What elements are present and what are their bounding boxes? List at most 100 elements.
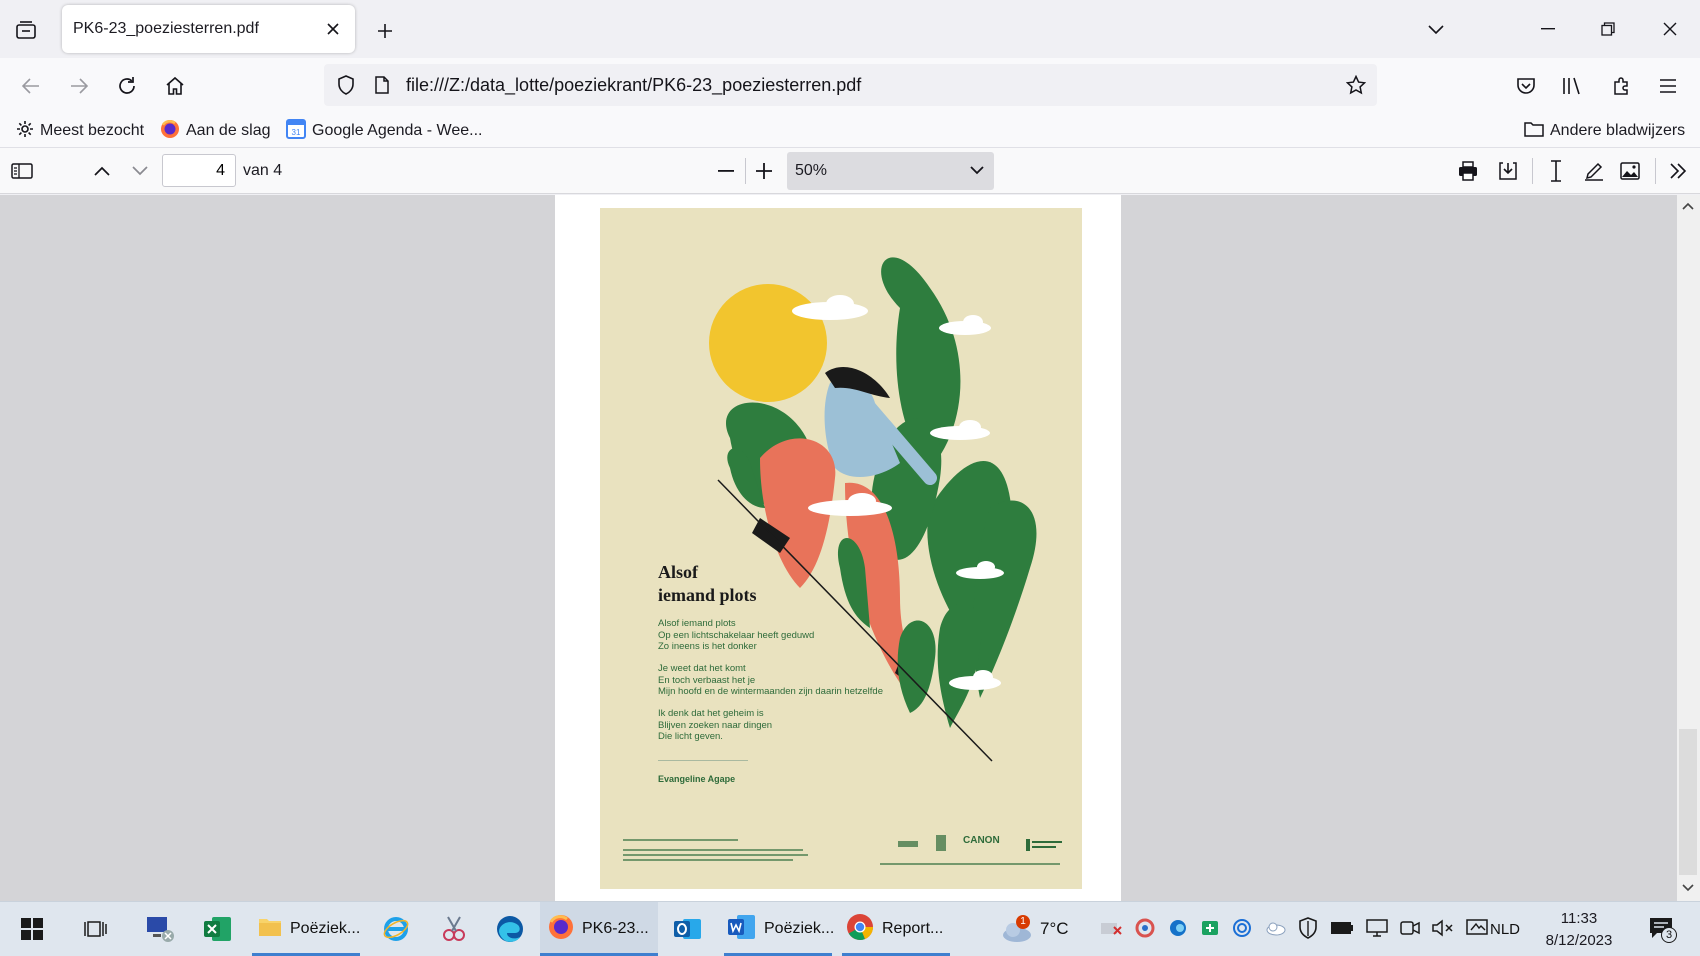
bookmark-google-calendar[interactable]: 31 Google Agenda - Wee... (286, 118, 482, 144)
cloud-sync-icon[interactable] (1264, 920, 1286, 941)
taskbar-explorer[interactable]: Poëziek... (252, 902, 360, 956)
bookmark-getting-started[interactable]: Aan de slag (160, 118, 271, 144)
snipping-tool-icon[interactable] (434, 902, 474, 956)
navigation-bar: file:///Z:/data_lotte/poeziekrant/PK6-23… (0, 58, 1700, 114)
zoom-out-icon[interactable] (710, 155, 742, 187)
volume-muted-icon[interactable] (1432, 918, 1454, 942)
windows-start-icon[interactable] (14, 902, 50, 956)
home-icon[interactable] (158, 70, 192, 102)
taskbar-word[interactable]: Poëziek... (724, 902, 835, 956)
shield-icon[interactable] (1298, 916, 1318, 944)
firefox-icon (548, 914, 574, 945)
poem-author: Evangeline Agape (658, 774, 736, 784)
battery-icon[interactable] (1330, 921, 1354, 940)
display-icon[interactable] (1466, 918, 1488, 942)
divider (1655, 158, 1656, 184)
edge-tray-icon[interactable] (1168, 918, 1188, 943)
outlook-icon[interactable] (668, 902, 708, 956)
bookmark-other-folder[interactable]: Andere bladwijzers (1524, 118, 1685, 144)
reload-icon[interactable] (110, 70, 144, 102)
internet-explorer-icon[interactable] (376, 902, 416, 956)
network-app-icon[interactable] (140, 902, 180, 956)
bookmark-label: Andere bladwijzers (1550, 122, 1686, 139)
minimize-icon[interactable] (1530, 14, 1566, 44)
divider (1532, 158, 1533, 184)
add-image-icon[interactable] (1614, 155, 1646, 187)
hamburger-menu-icon[interactable] (1652, 70, 1684, 102)
notification-center[interactable]: 3 (1640, 902, 1686, 956)
mail-error-icon[interactable] (1100, 919, 1122, 942)
sponsor-logos: CANON (896, 833, 1066, 855)
vertical-scrollbar[interactable] (1677, 195, 1700, 901)
system-tray (1100, 916, 1488, 944)
weather-widget[interactable]: 1 7°C (1000, 902, 1080, 956)
circular-app-icon[interactable] (1232, 918, 1252, 943)
print-icon[interactable] (1452, 155, 1484, 187)
text-tool-icon[interactable] (1540, 155, 1572, 187)
page-number-input[interactable] (162, 154, 236, 187)
firefox-icon (160, 119, 180, 144)
taskbar-firefox[interactable]: PK6-23... (540, 902, 658, 956)
notification-icon: 3 (1649, 915, 1677, 943)
bookmark-star-icon[interactable] (1340, 69, 1372, 101)
next-page-icon[interactable] (124, 155, 156, 187)
pdf-page: Alsof iemand plots Alsof iemand plots Op… (555, 195, 1121, 901)
url-bar[interactable]: file:///Z:/data_lotte/poeziekrant/PK6-23… (324, 64, 1377, 106)
cloud-icon: 1 (1000, 915, 1032, 943)
library-icon[interactable] (1557, 70, 1589, 102)
page-info-icon[interactable] (368, 69, 396, 101)
clock-date: 8/12/2023 (1545, 932, 1613, 949)
scroll-down-icon[interactable] (1679, 879, 1697, 897)
bookmark-most-visited[interactable]: Meest bezocht (16, 118, 144, 144)
windows-taskbar: Poëziek... PK6-23... Poëziek... Report..… (0, 901, 1700, 956)
tab-list-icon[interactable] (10, 14, 42, 46)
taskbar-label: PK6-23... (582, 920, 649, 937)
new-tab-icon[interactable] (369, 15, 401, 47)
canon-logo-text: CANON (963, 835, 1000, 846)
taskbar-chrome[interactable]: Report... (842, 902, 950, 956)
network-icon[interactable] (1366, 918, 1388, 942)
taskbar-label: Poëziek... (764, 920, 835, 937)
clock[interactable]: 11:33 8/12/2023 (1524, 908, 1634, 952)
extensions-icon[interactable] (1605, 70, 1637, 102)
back-icon[interactable] (14, 70, 48, 102)
pdf-viewer[interactable]: Alsof iemand plots Alsof iemand plots Op… (0, 195, 1700, 901)
scrollbar-thumb[interactable] (1679, 729, 1697, 875)
zoom-value: 50% (795, 162, 828, 179)
bookmarks-toolbar: Meest bezocht Aan de slag 31 Google Agen… (0, 114, 1700, 148)
pocket-icon[interactable] (1510, 70, 1542, 102)
download-icon[interactable] (1492, 155, 1524, 187)
forward-icon[interactable] (62, 70, 96, 102)
fine-print-illegible (623, 838, 823, 868)
zoom-in-icon[interactable] (748, 155, 780, 187)
sidebar-toggle-icon[interactable] (6, 155, 38, 187)
url-text[interactable]: file:///Z:/data_lotte/poeziekrant/PK6-23… (406, 75, 861, 96)
restore-icon[interactable] (1590, 14, 1626, 44)
calendar-icon: 31 (286, 118, 306, 144)
draw-icon[interactable] (1578, 155, 1610, 187)
list-all-tabs-icon[interactable] (1420, 14, 1452, 46)
svg-text:31: 31 (292, 128, 301, 137)
double-chevron-right-icon[interactable] (1662, 155, 1694, 187)
onedrive-sync-icon[interactable] (1134, 918, 1156, 943)
task-view-icon[interactable] (78, 902, 114, 956)
active-tab[interactable]: PK6-23_poeziesterren.pdf (62, 5, 355, 53)
bookmark-label: Aan de slag (186, 122, 271, 139)
close-window-icon[interactable] (1652, 14, 1688, 44)
security-app-icon[interactable] (1200, 918, 1220, 943)
edge-icon[interactable] (490, 902, 530, 956)
chrome-icon (846, 913, 874, 946)
divider (658, 760, 748, 761)
folder-icon (258, 916, 282, 943)
poem-stanza: Ik denk dat het geheim is Blijven zoeken… (658, 708, 773, 742)
pdf-toolbar: van 4 50% (0, 148, 1700, 194)
divider (745, 158, 746, 184)
previous-page-icon[interactable] (86, 155, 118, 187)
language-indicator[interactable]: NLD (1490, 902, 1520, 956)
meet-now-icon[interactable] (1400, 919, 1420, 942)
tracking-protection-icon[interactable] (330, 69, 362, 101)
close-tab-icon[interactable] (321, 17, 345, 41)
scroll-up-icon[interactable] (1679, 197, 1697, 215)
zoom-select[interactable]: 50% (787, 152, 994, 190)
excel-icon[interactable] (198, 902, 238, 956)
